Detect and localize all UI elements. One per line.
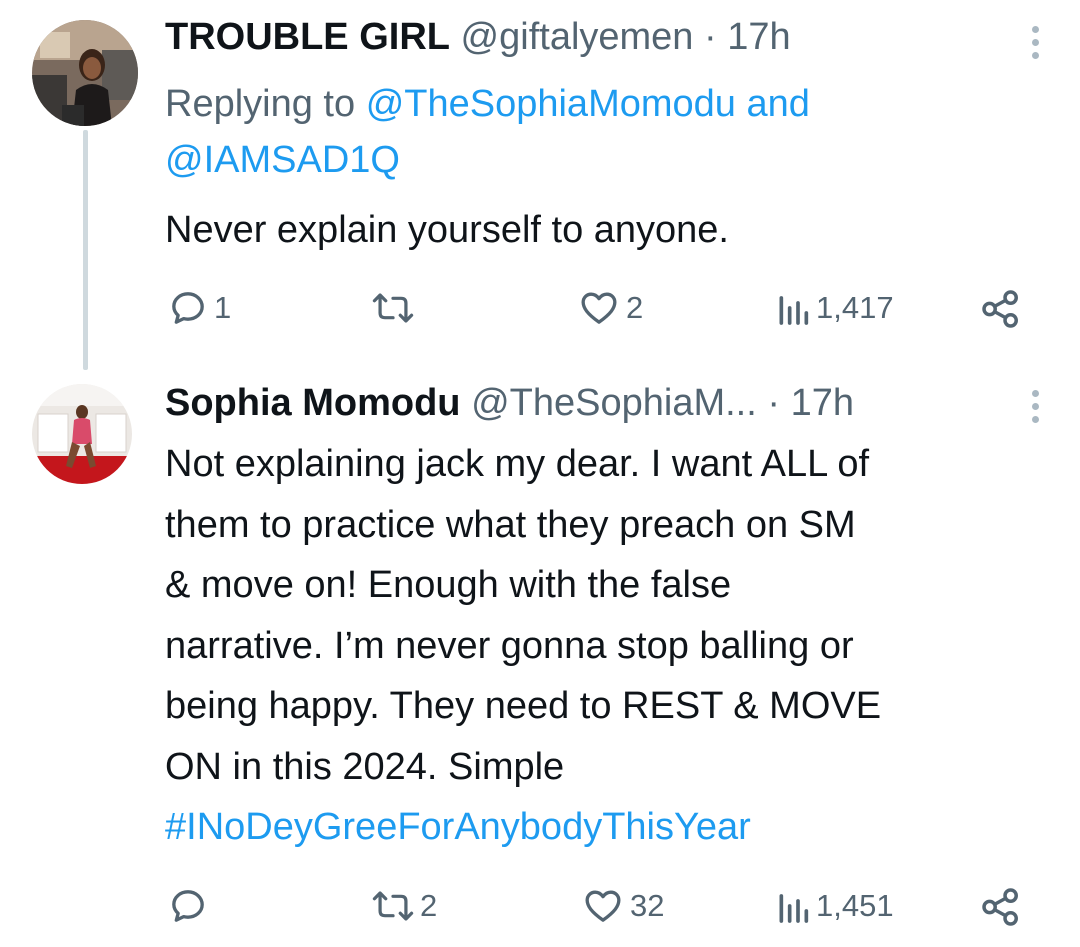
mention-link[interactable]: @IAMSAD1Q xyxy=(165,139,400,181)
like-count: 2 xyxy=(626,290,644,325)
replying-to-label: Replying to xyxy=(165,83,356,125)
reply-button[interactable] xyxy=(168,886,214,926)
views-count: 1,417 xyxy=(816,290,894,325)
hashtag-link[interactable]: #INoDeyGreeForAnybodyThisYear xyxy=(165,797,1045,858)
tweet-actions: 1 2 1,417 xyxy=(0,284,1080,334)
tweet-text-line: & move on! Enough with the false xyxy=(165,564,732,606)
more-vertical-icon[interactable] xyxy=(1030,390,1040,423)
display-name[interactable]: TROUBLE GIRL xyxy=(165,16,450,58)
views-button[interactable]: 1,417 xyxy=(776,288,894,328)
like-count: 32 xyxy=(630,888,665,923)
separator-dot: · xyxy=(704,16,717,58)
reply-count: 1 xyxy=(214,290,232,325)
replying-to: Replying to @TheSophiaMomodu and @IAMSAD… xyxy=(165,76,1025,188)
reply-tweet-trouble-girl[interactable]: TROUBLE GIRL @giftalyemen · 17h Replying… xyxy=(0,0,1080,370)
tweet-text-line: narrative. I’m never gonna stop balling … xyxy=(165,624,854,667)
tweet-actions: 2 32 1,451 xyxy=(0,882,1080,932)
tweet-text-line: Not explaining jack my dear. I want ALL … xyxy=(165,443,870,485)
tweet-header: TROUBLE GIRL @giftalyemen · 17h xyxy=(165,14,791,60)
like-button[interactable]: 32 xyxy=(582,886,664,926)
views-button[interactable]: 1,451 xyxy=(776,886,894,926)
tweet-text-line: them to practice what they preach on SM xyxy=(165,503,856,546)
views-chart-icon xyxy=(776,288,810,328)
mention-link[interactable]: @TheSophiaMomodu xyxy=(366,83,736,125)
tweet-text-line: ON in this 2024. Simple xyxy=(165,745,565,788)
replying-and[interactable]: and xyxy=(746,83,809,125)
display-name[interactable]: Sophia Momodu xyxy=(165,382,461,424)
reply-button[interactable]: 1 xyxy=(168,288,231,328)
handle[interactable]: @TheSophiaM... xyxy=(471,382,757,424)
tweet-text-line: being happy. They need to REST & MOVE xyxy=(165,685,882,727)
avatar[interactable] xyxy=(32,384,132,484)
tweet-header: Sophia Momodu @TheSophiaM... · 17h xyxy=(165,380,854,426)
retweet-button[interactable]: 2 xyxy=(372,886,437,926)
retweet-icon xyxy=(372,886,414,926)
heart-icon xyxy=(578,288,620,328)
timestamp[interactable]: 17h xyxy=(727,16,790,58)
share-button[interactable] xyxy=(980,288,1022,330)
retweet-button[interactable] xyxy=(372,288,420,328)
reply-icon xyxy=(168,288,208,328)
like-button[interactable]: 2 xyxy=(578,288,643,328)
heart-icon xyxy=(582,886,624,926)
retweet-icon xyxy=(372,288,414,328)
share-button[interactable] xyxy=(980,886,1022,928)
views-count: 1,451 xyxy=(816,888,894,923)
separator-dot: · xyxy=(767,382,781,424)
views-chart-icon xyxy=(776,886,810,926)
share-icon xyxy=(980,886,1022,928)
more-vertical-icon[interactable] xyxy=(1030,26,1040,59)
retweet-count: 2 xyxy=(420,888,438,923)
tweet-text: Never explain yourself to anyone. xyxy=(165,209,729,251)
avatar[interactable] xyxy=(32,20,138,126)
timestamp[interactable]: 17h xyxy=(791,382,854,424)
share-icon xyxy=(980,288,1022,330)
reply-icon xyxy=(168,886,208,926)
handle[interactable]: @giftalyemen xyxy=(461,16,694,58)
tweet-text: Not explaining jack my dear. I want ALL … xyxy=(165,434,1045,858)
